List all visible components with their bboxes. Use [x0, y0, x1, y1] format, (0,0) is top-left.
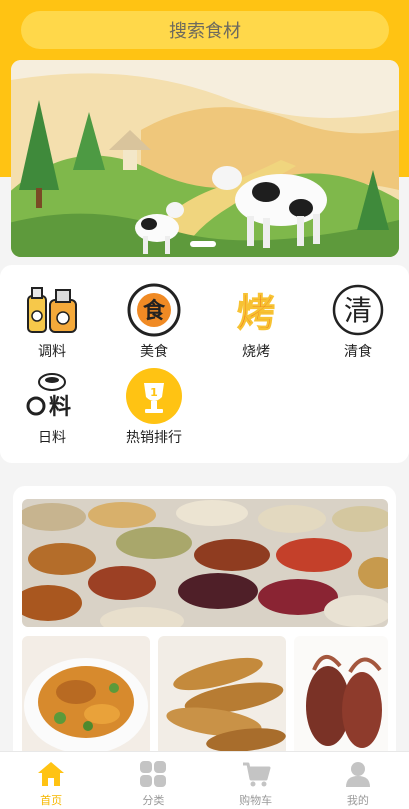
banner-image: [11, 60, 399, 257]
tab-label: 我的: [346, 794, 369, 807]
category-label: 日料: [38, 430, 66, 446]
carousel-indicator[interactable]: [190, 241, 216, 247]
svg-text:料: 料: [49, 395, 71, 420]
tab-category[interactable]: 分类: [102, 752, 204, 809]
tab-home[interactable]: 首页: [0, 752, 102, 809]
search-bar[interactable]: 搜索食材: [21, 11, 389, 49]
svg-text:清: 清: [344, 294, 372, 327]
tab-label: 分类: [142, 794, 165, 807]
product-image-shredded-dish[interactable]: [22, 636, 150, 756]
category-panel: 调料 食 美食 烤 烧烤 清 清食 料 日料 1 热销排行: [0, 265, 409, 463]
product-panel: [13, 486, 396, 786]
trophy-badge: 1: [150, 386, 158, 399]
user-icon: [345, 762, 370, 787]
japanese-food-icon: 料: [23, 367, 81, 425]
product-image-dried-goods[interactable]: [22, 499, 388, 627]
svg-text:烤: 烤: [237, 291, 275, 335]
category-label: 烧烤: [242, 344, 270, 360]
search-placeholder: 搜索食材: [169, 21, 241, 42]
bbq-character-icon: 烤: [227, 281, 285, 339]
category-item-food[interactable]: 食 美食: [103, 281, 205, 361]
category-label: 热销排行: [126, 430, 182, 446]
trophy-icon: 1: [125, 367, 183, 425]
seasoning-bottles-icon: [23, 281, 81, 339]
product-image-dried-fish[interactable]: [158, 636, 286, 756]
cart-icon: [242, 762, 271, 787]
category-label: 清食: [344, 344, 372, 360]
category-item-japanese[interactable]: 料 日料: [1, 367, 103, 447]
tab-cart[interactable]: 购物车: [205, 752, 307, 809]
category-item-bbq[interactable]: 烤 烧烤: [205, 281, 307, 361]
light-food-character-icon: 清: [329, 281, 387, 339]
category-label: 调料: [38, 344, 66, 360]
banner-carousel[interactable]: [11, 60, 399, 257]
category-item-light-food[interactable]: 清 清食: [307, 281, 409, 361]
bottom-tab-bar: 首页 分类 购物车 我的: [0, 751, 409, 809]
home-icon: [38, 762, 65, 786]
svg-text:食: 食: [143, 298, 166, 324]
food-character-icon: 食: [125, 281, 183, 339]
category-item-bestseller[interactable]: 1 热销排行: [103, 367, 205, 447]
category-label: 美食: [140, 344, 168, 360]
tab-label: 购物车: [239, 794, 273, 807]
tab-mine[interactable]: 我的: [307, 752, 409, 809]
tab-label: 首页: [40, 794, 63, 807]
product-image-dried-squid[interactable]: [294, 636, 388, 756]
grid-icon: [140, 761, 167, 787]
category-item-seasoning[interactable]: 调料: [1, 281, 103, 361]
home-page: 搜索食材 调料 食 美食 烤 烧烤 清 清食 料 日料 1 热销排行 首页 分类…: [0, 0, 409, 809]
